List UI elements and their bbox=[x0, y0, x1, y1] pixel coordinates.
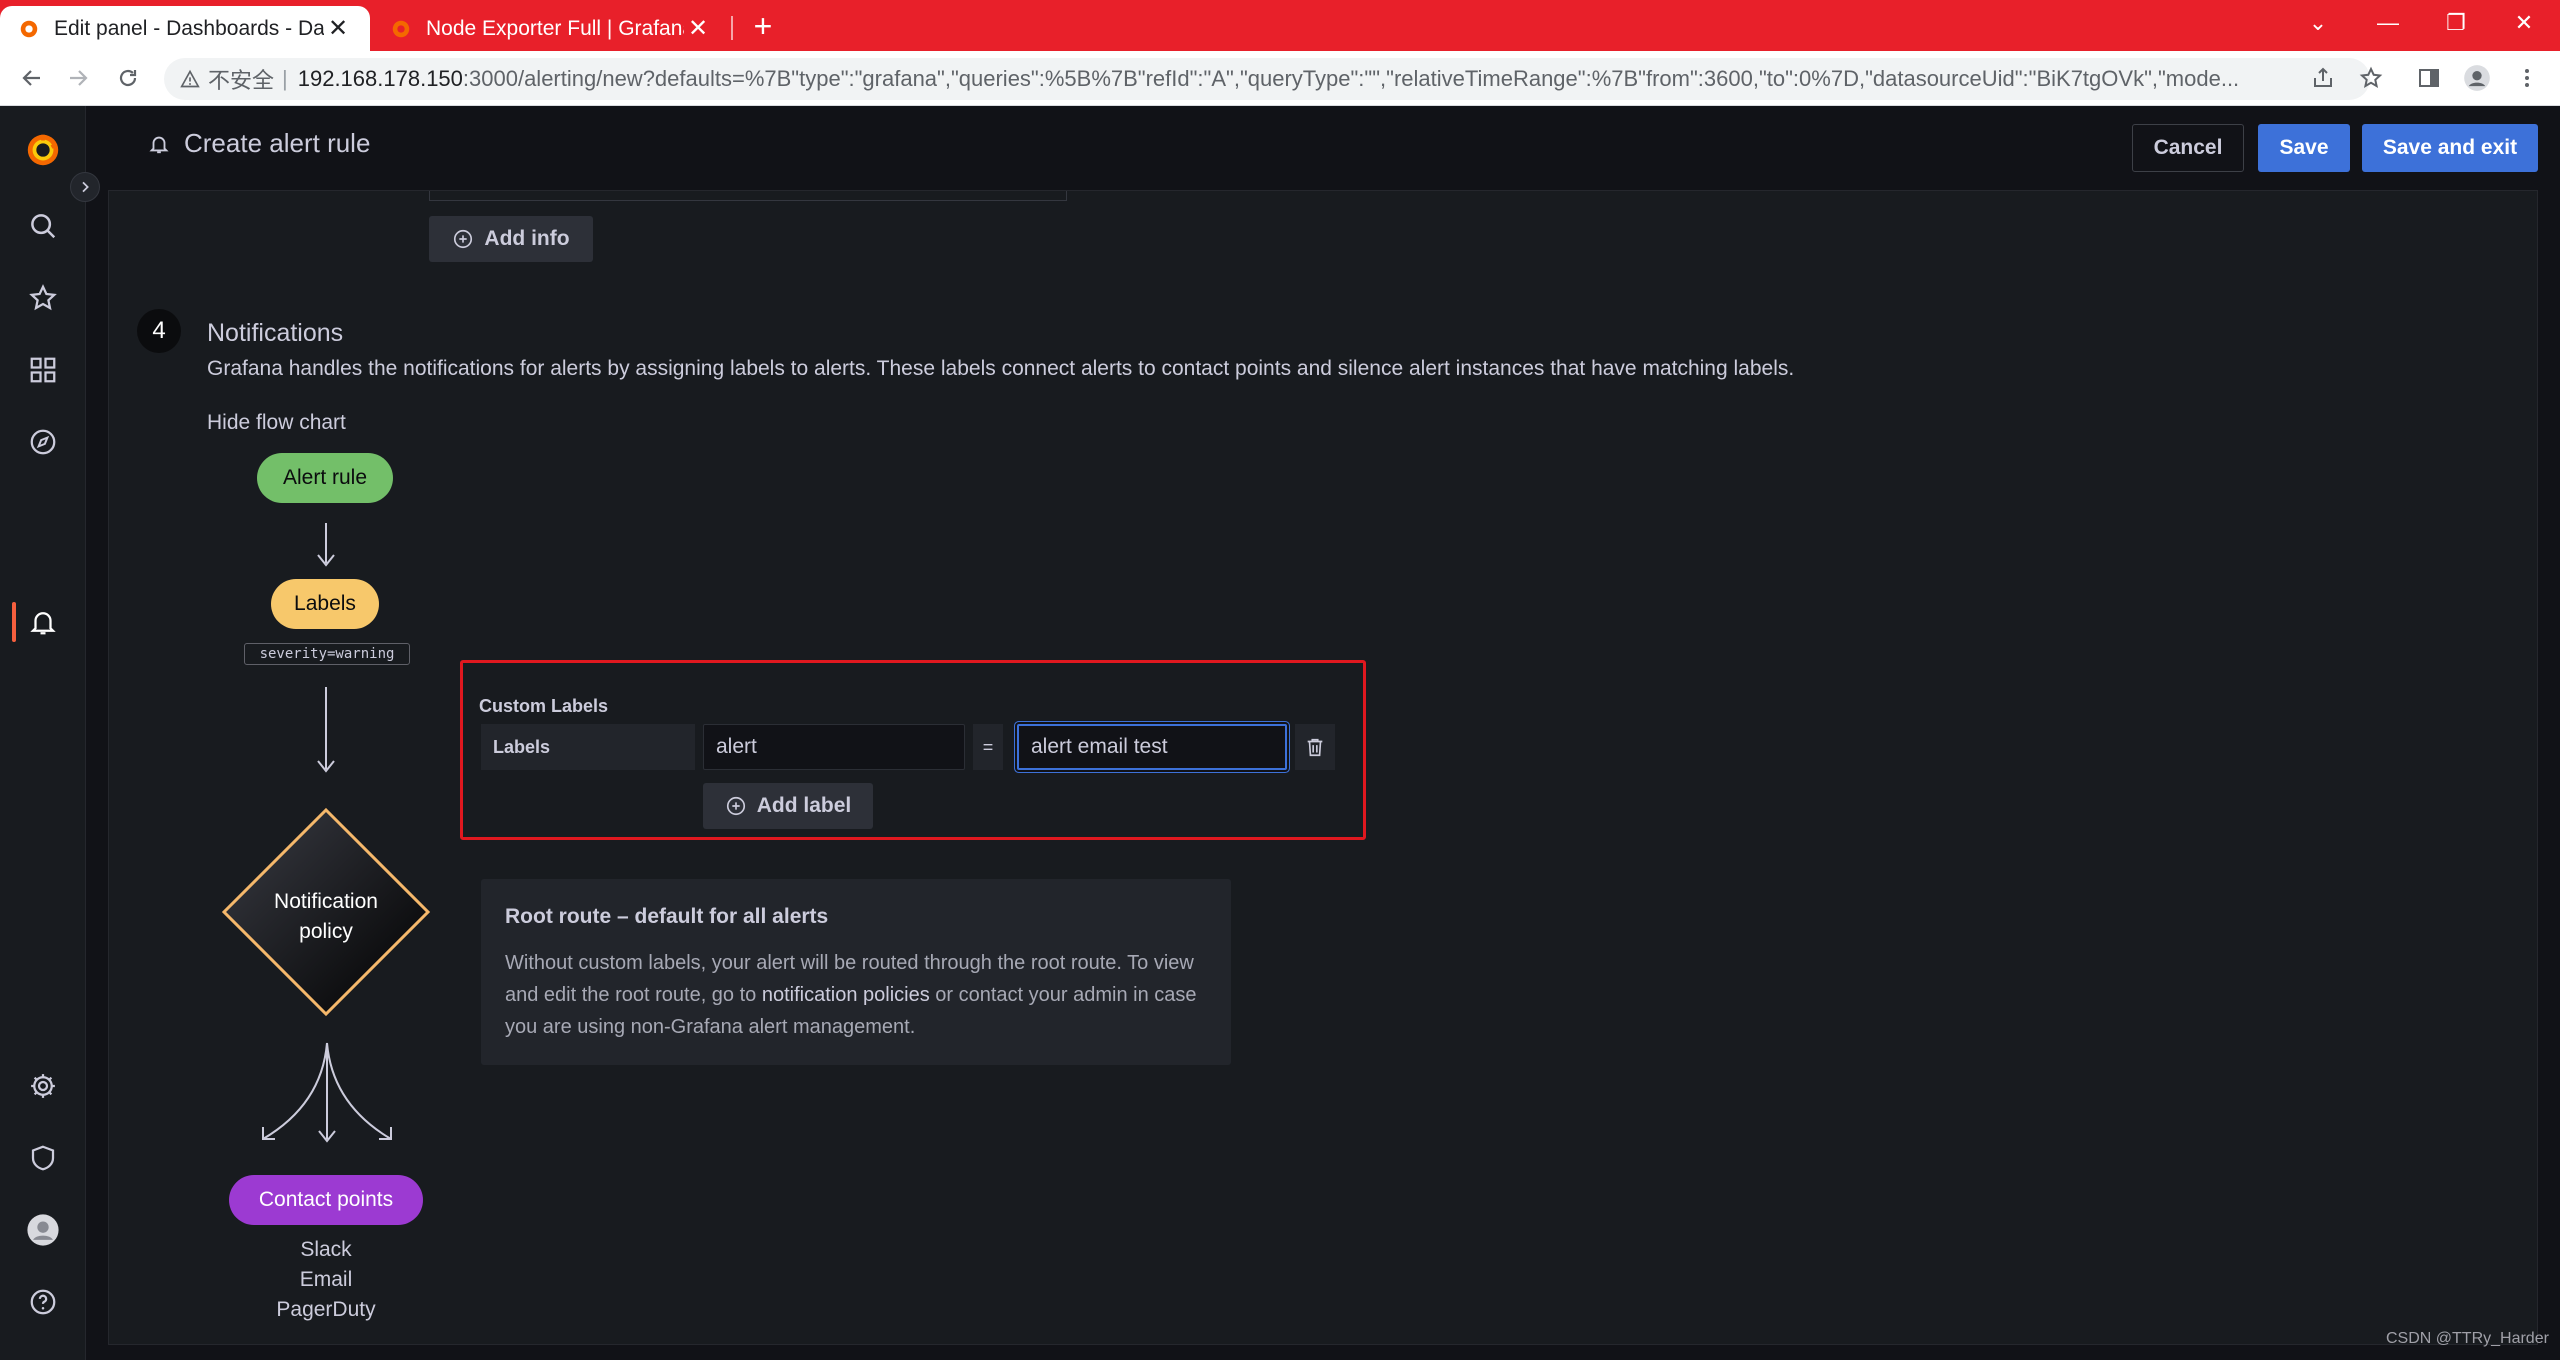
starred-icon[interactable] bbox=[21, 276, 65, 320]
notification-policies-link[interactable]: notification policies bbox=[762, 984, 930, 1006]
remove-label-button[interactable] bbox=[1295, 724, 1335, 770]
integration-email: Email bbox=[299, 1268, 353, 1291]
url-path: :3000/alerting/new?defaults=%7B"type":"g… bbox=[462, 66, 2240, 91]
trash-icon bbox=[1307, 738, 1323, 757]
tab-title: Node Exporter Full | Grafana Labs bbox=[426, 16, 684, 40]
root-route-text: Without custom labels, your alert will b… bbox=[505, 947, 1225, 1043]
section-title: Notifications bbox=[207, 319, 344, 347]
url-host: 192.168.178.150 bbox=[297, 66, 463, 91]
alerting-bell-icon[interactable] bbox=[21, 600, 65, 644]
chevron-right-icon bbox=[82, 181, 89, 193]
tab-close-icon[interactable]: ✕ bbox=[684, 14, 712, 43]
help-icon[interactable] bbox=[21, 1280, 65, 1324]
integrations-list: Slack Email PagerDuty bbox=[229, 1235, 423, 1325]
bookmark-star-icon[interactable] bbox=[2356, 63, 2386, 93]
add-label-text: Add label bbox=[756, 794, 852, 817]
add-info-button[interactable]: Add info bbox=[429, 216, 593, 262]
tab-close-icon[interactable]: ✕ bbox=[324, 14, 352, 43]
save-and-exit-button[interactable]: Save and exit bbox=[2362, 124, 2538, 172]
security-label: 不安全 bbox=[208, 68, 275, 93]
policy-line-1: Notification bbox=[274, 890, 378, 913]
custom-labels-title: Custom Labels bbox=[479, 696, 609, 716]
restore-button[interactable]: ❐ bbox=[2428, 0, 2484, 46]
policy-line-2: policy bbox=[299, 920, 353, 943]
grafana-favicon-icon bbox=[20, 20, 38, 37]
tab-title: Edit panel - Dashboards - Dashboards bbox=[54, 16, 324, 40]
contact-points-node: Contact points bbox=[229, 1175, 423, 1225]
root-route-info: Root route – default for all alerts With… bbox=[481, 879, 1231, 1065]
grafana-favicon-icon bbox=[392, 20, 410, 37]
expand-sidebar-button[interactable] bbox=[70, 172, 100, 202]
search-icon[interactable] bbox=[21, 204, 65, 248]
tab-search-icon[interactable]: ⌄ bbox=[2290, 0, 2346, 46]
forward-button[interactable] bbox=[60, 60, 96, 96]
rule-editor-content: Add info 4 Notifications Grafana handles… bbox=[108, 190, 2538, 1345]
page-title: Create alert rule bbox=[148, 128, 370, 159]
warning-icon bbox=[180, 69, 200, 88]
arrow-down-icon bbox=[317, 687, 335, 773]
label-value-input[interactable]: alert email test bbox=[1017, 724, 1287, 770]
close-window-button[interactable]: ✕ bbox=[2496, 0, 2552, 46]
browser-tab-bar: Edit panel - Dashboards - Dashboards ✕ N… bbox=[0, 0, 2560, 51]
reload-button[interactable] bbox=[110, 60, 146, 96]
section-description: Grafana handles the notifications for al… bbox=[207, 357, 1795, 380]
plus-circle-icon bbox=[454, 229, 473, 249]
tab-separator bbox=[731, 16, 733, 40]
reload-icon bbox=[119, 69, 137, 87]
arrow-down-icon bbox=[317, 523, 335, 567]
back-button[interactable] bbox=[14, 60, 50, 96]
configuration-gear-icon[interactable] bbox=[21, 1064, 65, 1108]
user-avatar[interactable] bbox=[21, 1208, 65, 1252]
side-panel-icon[interactable] bbox=[2414, 63, 2444, 93]
label-example-chip: severity=warning bbox=[244, 643, 410, 665]
page-title-text: Create alert rule bbox=[184, 128, 371, 158]
labels-heading: Labels bbox=[481, 724, 695, 770]
cancel-button[interactable]: Cancel bbox=[2132, 124, 2244, 172]
arrow-right-icon bbox=[70, 70, 88, 86]
add-label-button[interactable]: Add label bbox=[703, 783, 873, 829]
label-key-input[interactable]: alert bbox=[703, 724, 965, 770]
plus-circle-icon bbox=[726, 796, 745, 816]
notification-policy-label: Notification policy bbox=[269, 887, 383, 947]
explore-compass-icon[interactable] bbox=[21, 420, 65, 464]
url-divider: | bbox=[282, 66, 288, 91]
grafana-logo-icon[interactable] bbox=[21, 128, 65, 172]
alert-rule-node: Alert rule bbox=[257, 453, 393, 503]
bell-icon bbox=[149, 136, 169, 153]
server-admin-shield-icon[interactable] bbox=[21, 1136, 65, 1180]
active-nav-indicator bbox=[12, 602, 16, 642]
label-operator[interactable]: = bbox=[973, 724, 1003, 770]
watermark: CSDN @TTRy_Harder bbox=[2386, 1330, 2549, 1347]
arrow-left-icon bbox=[22, 70, 40, 86]
tab-edit-panel[interactable]: Edit panel - Dashboards - Dashboards ✕ bbox=[0, 6, 370, 51]
integration-slack: Slack bbox=[300, 1238, 352, 1261]
step-number: 4 bbox=[137, 309, 181, 353]
browser-address-bar: 不安全 | 192.168.178.150 :3000/alerting/new… bbox=[0, 51, 2560, 106]
integration-pagerduty: PagerDuty bbox=[276, 1298, 376, 1321]
new-tab-button[interactable]: + bbox=[745, 8, 781, 44]
save-button[interactable]: Save bbox=[2258, 124, 2350, 172]
nav-sidebar bbox=[0, 106, 86, 1360]
labels-node: Labels bbox=[271, 579, 379, 629]
add-info-label: Add info bbox=[484, 227, 570, 250]
page-toolbar: Create alert rule Cancel Save Save and e… bbox=[86, 106, 2560, 190]
dashboards-icon[interactable] bbox=[21, 348, 65, 392]
tab-node-exporter[interactable]: Node Exporter Full | Grafana Labs ✕ bbox=[372, 6, 730, 51]
description-textarea-edge[interactable] bbox=[429, 191, 1067, 201]
profile-icon[interactable] bbox=[2462, 63, 2492, 93]
root-route-title: Root route – default for all alerts bbox=[505, 905, 829, 928]
url-field[interactable]: 不安全 | 192.168.178.150 :3000/alerting/new… bbox=[164, 58, 2370, 100]
share-icon[interactable] bbox=[2308, 63, 2338, 93]
fan-out-arrows-icon bbox=[262, 1042, 392, 1143]
minimize-button[interactable]: — bbox=[2360, 0, 2416, 46]
browser-menu-icon[interactable] bbox=[2512, 63, 2542, 93]
hide-flow-chart-toggle[interactable]: Hide flow chart bbox=[207, 411, 346, 435]
